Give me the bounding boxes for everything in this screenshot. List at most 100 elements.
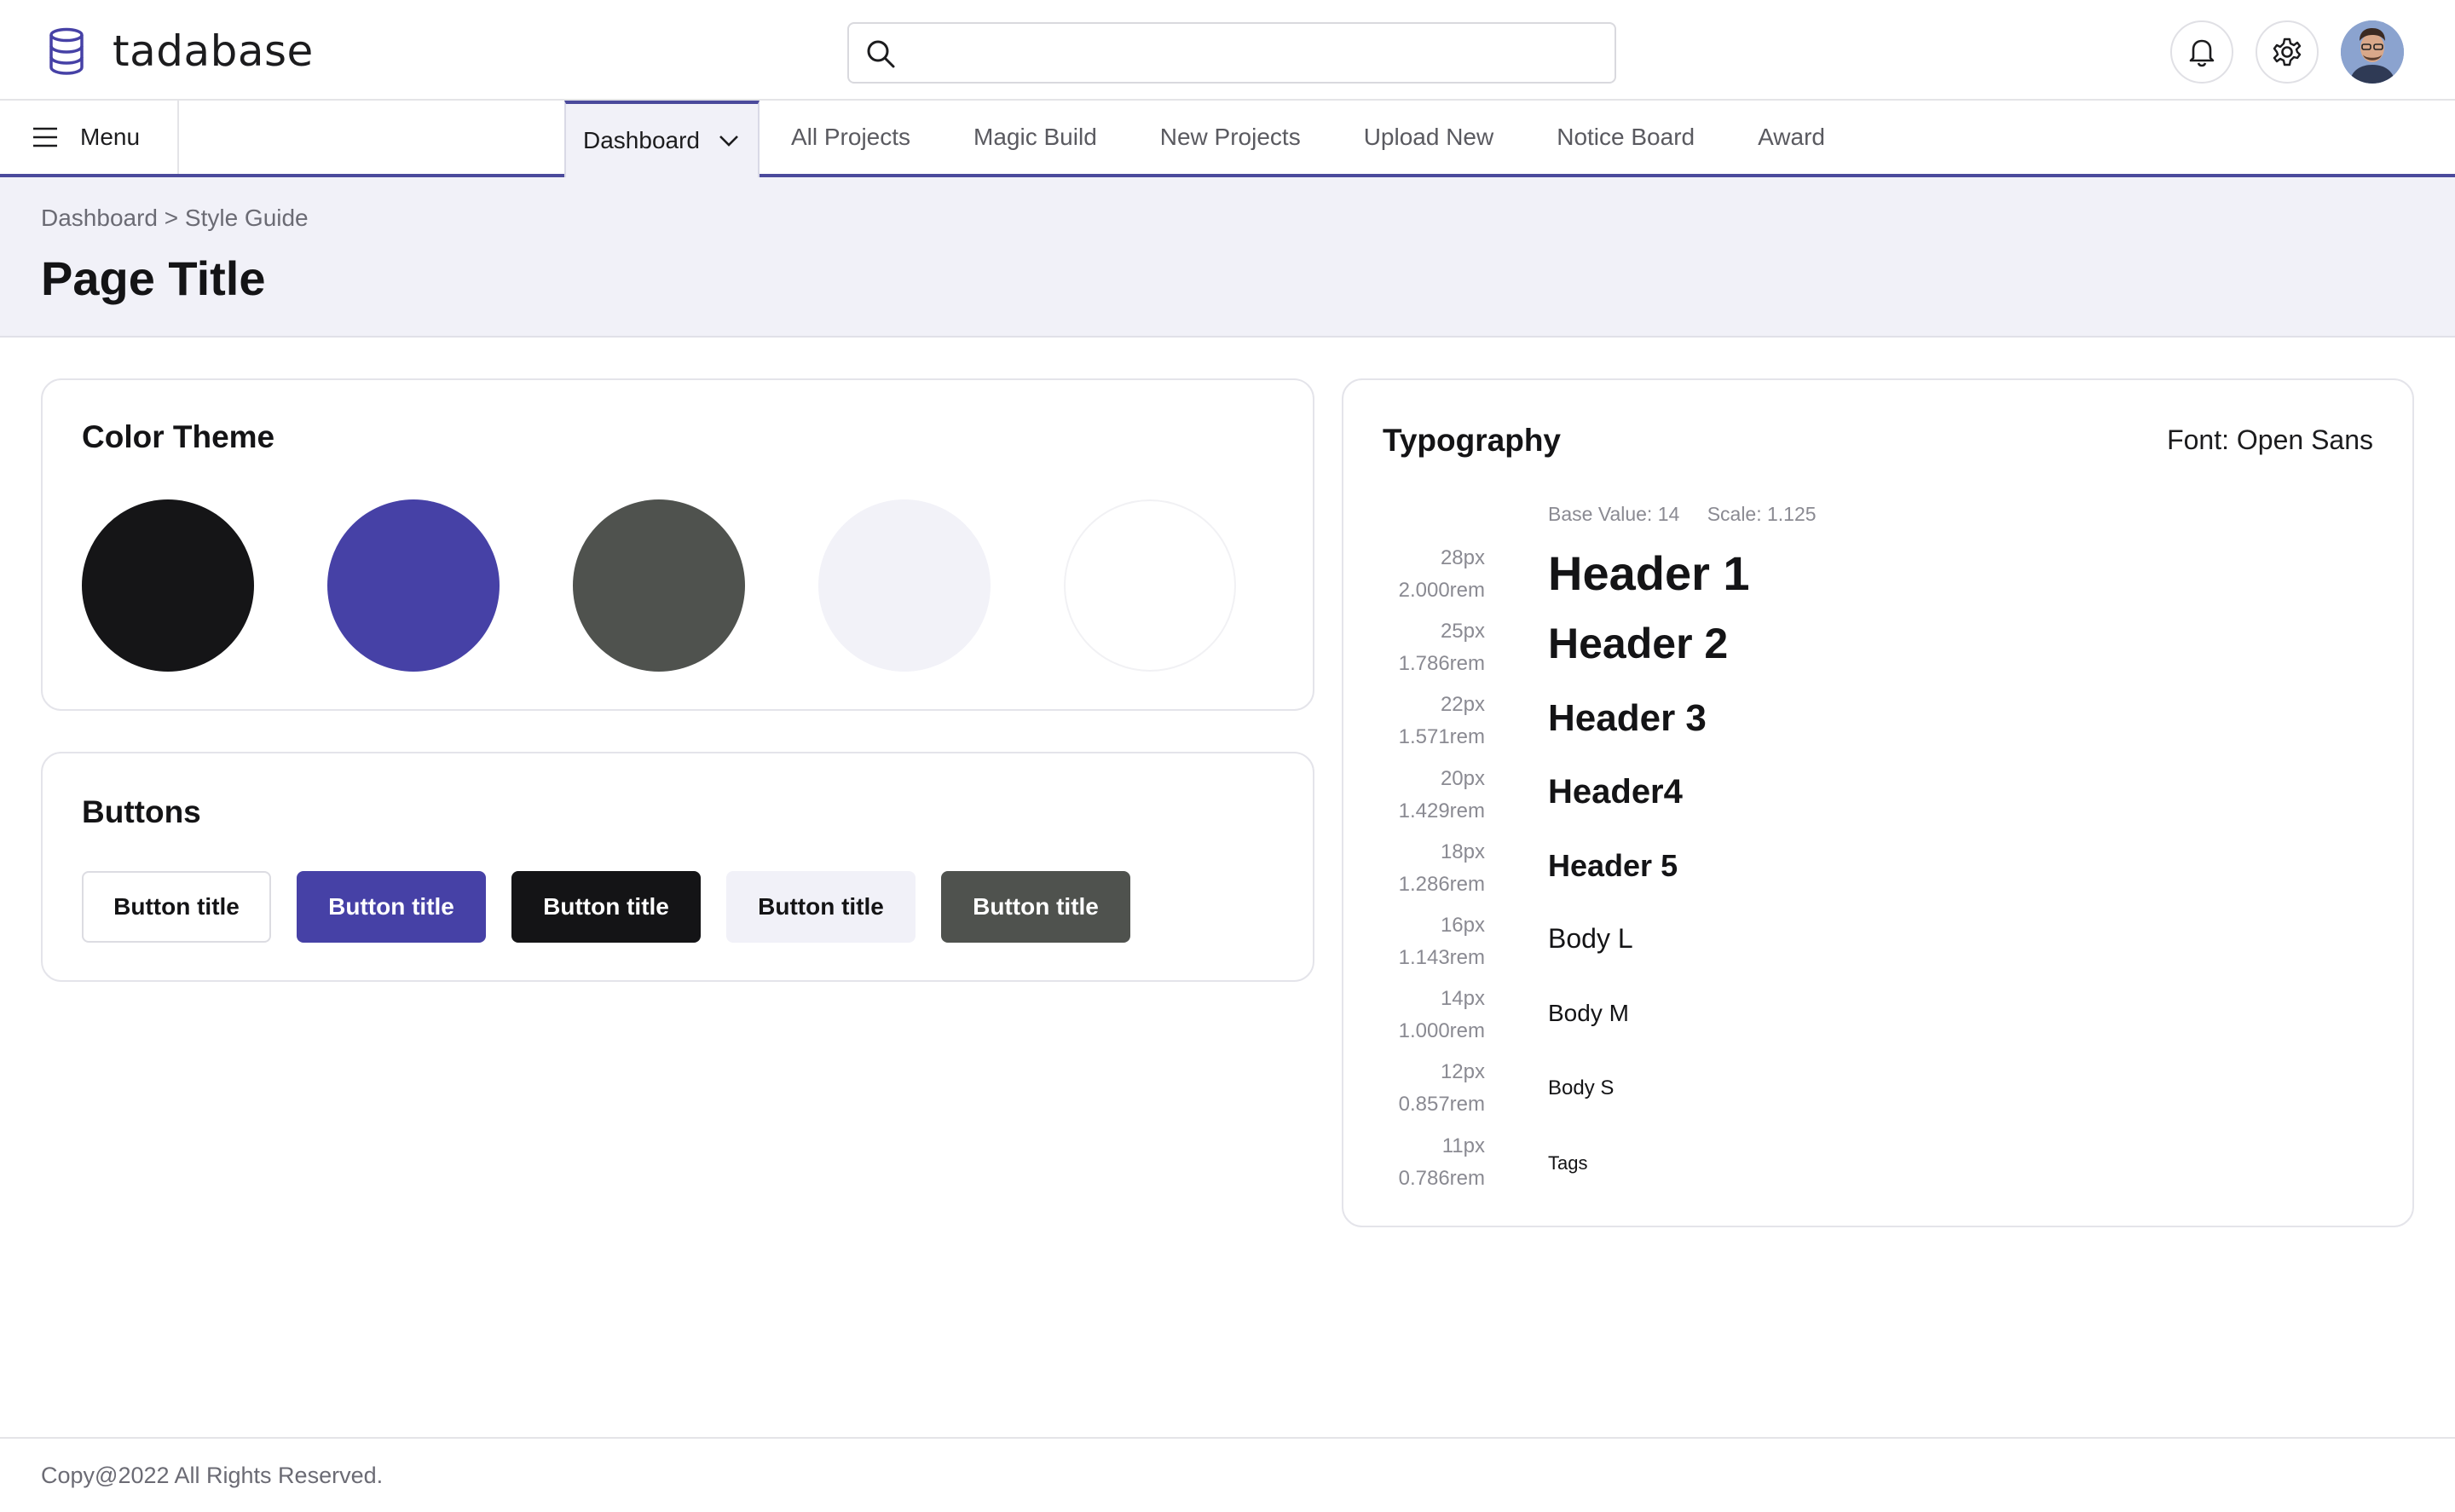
type-sample: Header 3 xyxy=(1548,697,1707,740)
menu-button[interactable]: Menu xyxy=(0,101,179,174)
color-swatch xyxy=(573,499,745,672)
type-row: 22px 1.571rem Header 3 xyxy=(1343,689,2412,762)
card-title: Color Theme xyxy=(82,419,275,454)
type-sample: Header 1 xyxy=(1548,546,1750,600)
typography-meta: Base Value: 14 Scale: 1.125 xyxy=(1548,503,1839,526)
tab-label: Magic Build xyxy=(973,124,1097,150)
tab-upload-new[interactable]: Upload New xyxy=(1332,101,1526,174)
main-nav: Menu Dashboard All Projects Magic Build … xyxy=(0,101,2455,177)
size-px: 18px xyxy=(1440,840,1485,863)
size-rem: 1.786rem xyxy=(1398,652,1485,676)
tab-magic-build[interactable]: Magic Build xyxy=(942,101,1129,174)
type-row: 11px 0.786rem Tags xyxy=(1343,1130,2412,1203)
color-theme-card: Color Theme xyxy=(41,378,1314,711)
size-px: 20px xyxy=(1440,766,1485,790)
type-sample: Tags xyxy=(1548,1151,1588,1174)
button-row: Button title Button title Button title B… xyxy=(82,871,1156,943)
type-sample: Header 2 xyxy=(1548,620,1729,668)
chevron-down-icon xyxy=(719,136,738,147)
settings-button[interactable] xyxy=(2256,20,2319,84)
size-rem: 1.429rem xyxy=(1398,799,1485,822)
user-avatar[interactable] xyxy=(2341,20,2404,84)
database-icon xyxy=(49,27,84,75)
type-scale: 28px 2.000rem Header 1 25px 1.786rem Heade… xyxy=(1343,542,2412,1203)
size-px: 22px xyxy=(1440,693,1485,717)
top-header: tadabase xyxy=(0,0,2455,101)
tab-all-projects[interactable]: All Projects xyxy=(760,101,942,174)
search-icon xyxy=(867,40,895,68)
type-size: 12px 0.857rem xyxy=(1399,1056,1485,1121)
tab-award[interactable]: Award xyxy=(1726,101,1857,174)
brand-name: tadabase xyxy=(113,26,314,76)
breadcrumb[interactable]: Dashboard > Style Guide xyxy=(41,205,309,232)
color-swatches xyxy=(82,499,1309,672)
search-box[interactable] xyxy=(847,22,1616,84)
size-px: 16px xyxy=(1440,913,1485,937)
hamburger-icon xyxy=(33,127,57,147)
type-row: 16px 1.143rem Body L xyxy=(1343,909,2412,983)
avatar-icon xyxy=(2341,20,2404,84)
color-swatch xyxy=(327,499,500,672)
menu-label: Menu xyxy=(80,124,141,150)
type-sample: Header 5 xyxy=(1548,847,1678,883)
type-size: 11px 0.786rem xyxy=(1399,1130,1485,1195)
size-rem: 1.286rem xyxy=(1398,872,1485,896)
scale-value: Scale: 1.125 xyxy=(1707,503,1817,525)
type-size: 25px 1.786rem xyxy=(1399,615,1485,680)
tab-label: Notice Board xyxy=(1557,124,1695,150)
size-px: 11px xyxy=(1441,1134,1485,1157)
gear-icon xyxy=(2273,38,2302,66)
card-title: Buttons xyxy=(82,794,201,829)
size-rem: 1.571rem xyxy=(1398,725,1485,749)
page-title: Page Title xyxy=(41,251,266,305)
size-rem: 1.000rem xyxy=(1398,1019,1485,1043)
nav-tabs: Dashboard All Projects Magic Build New P… xyxy=(564,101,1857,177)
color-swatch xyxy=(1064,499,1236,672)
tab-label: All Projects xyxy=(790,124,911,150)
tab-label: Dashboard xyxy=(583,127,700,153)
type-size: 28px 2.000rem xyxy=(1399,542,1485,607)
type-size: 16px 1.143rem xyxy=(1399,909,1485,974)
buttons-card: Buttons Button title Button title Button… xyxy=(41,752,1314,982)
size-px: 12px xyxy=(1440,1060,1485,1084)
type-row: 28px 2.000rem Header 1 xyxy=(1343,542,2412,615)
primary-button[interactable]: Button title xyxy=(297,871,486,943)
size-rem: 0.857rem xyxy=(1398,1093,1485,1117)
size-px: 25px xyxy=(1440,620,1485,643)
type-row: 20px 1.429rem Header4 xyxy=(1343,763,2412,836)
type-row: 12px 0.857rem Body S xyxy=(1343,1056,2412,1129)
color-swatch xyxy=(818,499,991,672)
type-sample: Body M xyxy=(1548,1000,1629,1027)
footer: Copy@2022 All Rights Reserved. xyxy=(0,1437,2455,1512)
search-input[interactable] xyxy=(910,31,1601,75)
dark-button[interactable]: Button title xyxy=(511,871,701,943)
light-button[interactable]: Button title xyxy=(726,871,916,943)
type-row: 18px 1.286rem Header 5 xyxy=(1343,836,2412,909)
font-label: Font: Open Sans xyxy=(2167,424,2373,455)
type-sample: Body L xyxy=(1548,922,1633,954)
bell-icon xyxy=(2189,39,2215,67)
copyright-text: Copy@2022 All Rights Reserved. xyxy=(41,1463,384,1488)
size-rem: 2.000rem xyxy=(1398,579,1485,602)
grey-button[interactable]: Button title xyxy=(941,871,1130,943)
type-size: 18px 1.286rem xyxy=(1399,836,1485,901)
tab-dashboard[interactable]: Dashboard xyxy=(564,101,760,177)
type-row: 25px 1.786rem Header 2 xyxy=(1343,615,2412,689)
tab-label: New Projects xyxy=(1159,124,1301,150)
tab-notice-board[interactable]: Notice Board xyxy=(1525,101,1726,174)
type-sample: Body S xyxy=(1548,1076,1615,1100)
size-rem: 1.143rem xyxy=(1398,945,1485,969)
page-header: Dashboard > Style Guide Page Title xyxy=(0,177,2455,338)
tab-label: Award xyxy=(1758,124,1825,150)
brand[interactable]: tadabase xyxy=(46,26,314,77)
typography-card: Typography Font: Open Sans Base Value: 1… xyxy=(1342,378,2414,1227)
size-rem: 0.786rem xyxy=(1398,1166,1485,1190)
card-title: Typography xyxy=(1383,423,1561,458)
size-px: 28px xyxy=(1440,546,1485,569)
notifications-button[interactable] xyxy=(2170,20,2233,84)
type-row: 14px 1.000rem Body M xyxy=(1343,983,2412,1056)
type-size: 22px 1.571rem xyxy=(1399,689,1485,753)
outline-button[interactable]: Button title xyxy=(82,871,271,943)
type-size: 20px 1.429rem xyxy=(1399,763,1485,828)
tab-new-projects[interactable]: New Projects xyxy=(1129,101,1332,174)
